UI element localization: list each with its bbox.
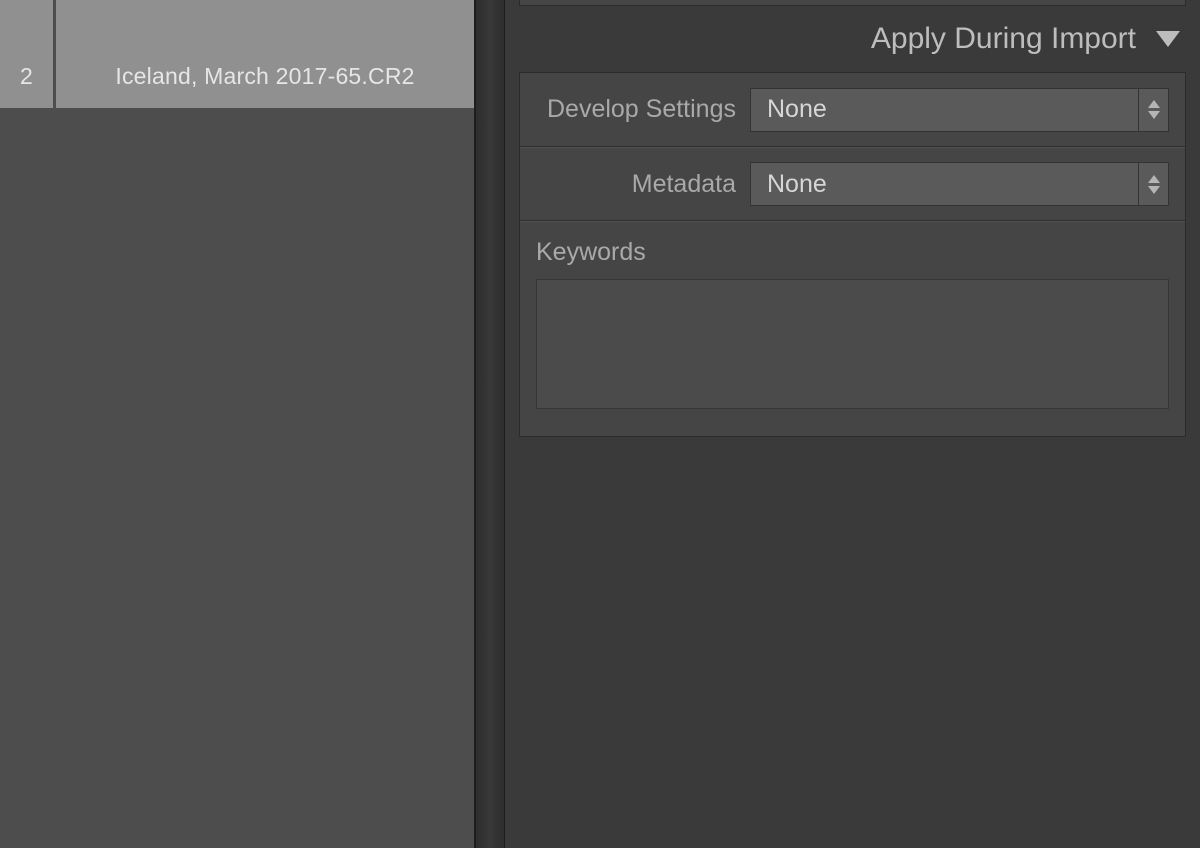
metadata-value: None [767, 170, 827, 199]
metadata-dropdown[interactable]: None [750, 162, 1169, 206]
apply-during-import-panel: Develop Settings None Metadata None Keyw… [519, 72, 1186, 437]
keywords-label: Keywords [536, 238, 1169, 267]
keywords-input[interactable] [536, 279, 1169, 409]
right-panel-column: Apply During Import Develop Settings Non… [505, 0, 1200, 848]
panel-title: Apply During Import [871, 22, 1136, 56]
chevron-down-icon [1148, 111, 1160, 119]
thumbnail-cell[interactable]: Iceland, March 2017-65.CR2 [56, 0, 474, 108]
chevron-up-icon [1148, 175, 1160, 183]
thumbnail-grid[interactable]: 2 Iceland, March 2017-65.CR2 [0, 0, 475, 848]
metadata-row: Metadata None [520, 147, 1185, 221]
chevron-up-icon [1148, 100, 1160, 108]
apply-during-import-header[interactable]: Apply During Import [505, 6, 1200, 72]
metadata-label: Metadata [536, 170, 736, 199]
chevron-down-icon [1148, 186, 1160, 194]
develop-settings-row: Develop Settings None [520, 73, 1185, 147]
dropdown-stepper-icon[interactable] [1138, 163, 1168, 205]
dropdown-stepper-icon[interactable] [1138, 89, 1168, 131]
thumbnail-filename: Iceland, March 2017-65.CR2 [115, 63, 414, 90]
thumbnail-filename: 2 [20, 63, 33, 90]
disclosure-triangle-icon[interactable] [1156, 31, 1180, 47]
develop-settings-dropdown[interactable]: None [750, 88, 1169, 132]
develop-settings-value: None [767, 95, 827, 124]
develop-settings-label: Develop Settings [536, 95, 736, 124]
thumbnail-cell[interactable]: 2 [0, 0, 56, 108]
keywords-row: Keywords [520, 221, 1185, 436]
thumbnail-row: 2 Iceland, March 2017-65.CR2 [0, 0, 474, 108]
panel-splitter[interactable] [475, 0, 505, 848]
